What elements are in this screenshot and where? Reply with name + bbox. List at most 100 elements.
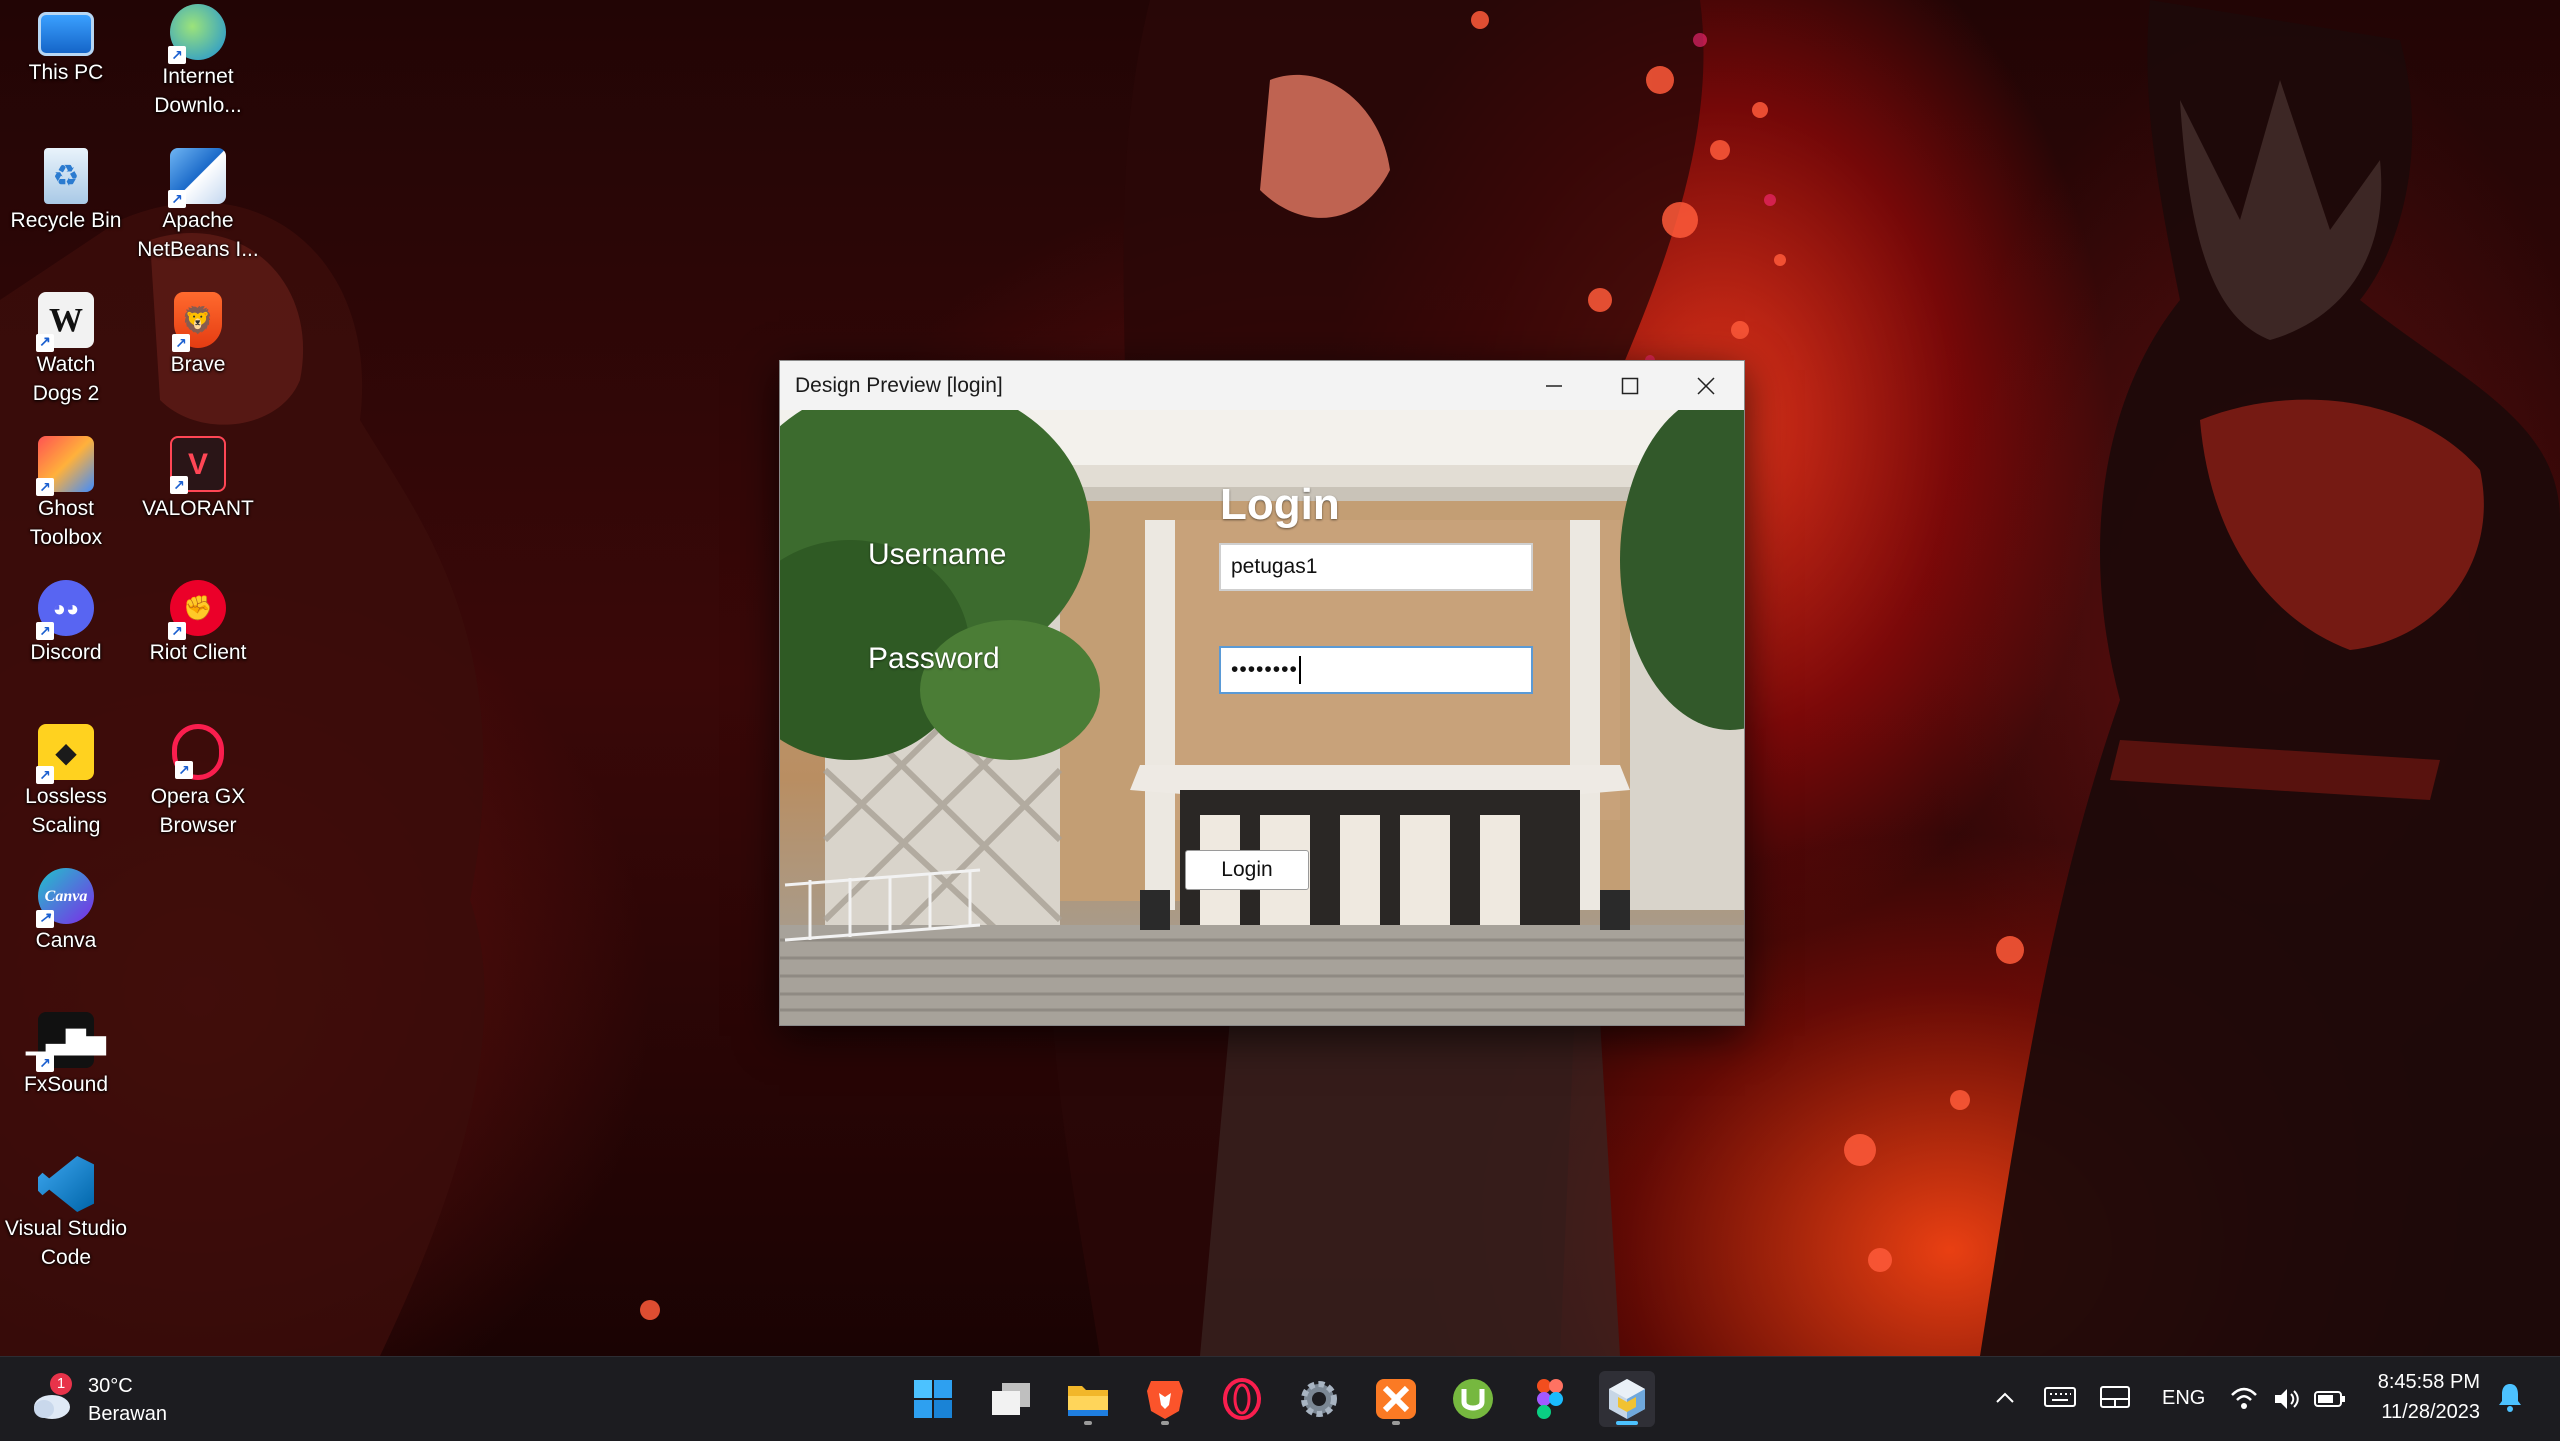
desktop-icon-this-pc[interactable]: This PC bbox=[0, 4, 132, 87]
notification-center-button[interactable] bbox=[2496, 1381, 2524, 1418]
settings-icon bbox=[1301, 1381, 1337, 1417]
weather-condition: Berawan bbox=[88, 1403, 167, 1425]
touch-keyboard-button[interactable] bbox=[2044, 1385, 2076, 1414]
opera-gx-icon bbox=[1223, 1378, 1261, 1420]
weather-widget[interactable]: 1 30°C Berawan bbox=[28, 1369, 188, 1429]
text-caret bbox=[1298, 656, 1301, 684]
taskbar-design-preview[interactable] bbox=[1599, 1371, 1655, 1427]
network-volume-battery-button[interactable] bbox=[2230, 1383, 2350, 1415]
taskbar-opera-gx[interactable] bbox=[1214, 1371, 1270, 1427]
desktop-icon-valorant[interactable]: V ↗ VALORANT bbox=[132, 436, 264, 523]
running-indicator bbox=[1161, 1421, 1169, 1425]
login-heading: Login bbox=[1220, 480, 1340, 529]
desktop-icon-canva[interactable]: Canva ↗ Canva bbox=[0, 868, 132, 955]
clock-time: 8:45:58 PM bbox=[2377, 1371, 2480, 1393]
shortcut-arrow-icon: ↗ bbox=[36, 766, 54, 784]
desktop-icon-recycle-bin[interactable]: ♻ Recycle Bin bbox=[0, 148, 132, 235]
idm-icon: ↗ bbox=[168, 4, 226, 64]
desktop-icon-ghost-toolbox[interactable]: ↗ Ghost Toolbox bbox=[0, 436, 132, 552]
shortcut-arrow-icon: ↗ bbox=[36, 910, 54, 928]
desktop-icon-opera-gx[interactable]: ↗ Opera GX Browser bbox=[132, 724, 264, 840]
running-indicator bbox=[1392, 1421, 1400, 1425]
desktop-icon-label: Lossless Scaling bbox=[25, 785, 107, 837]
maximize-button[interactable] bbox=[1592, 361, 1668, 410]
shortcut-arrow-icon: ↗ bbox=[175, 761, 193, 779]
shortcut-arrow-icon: ↗ bbox=[36, 334, 54, 352]
desktop-icon-riot-client[interactable]: ✊ ↗ Riot Client bbox=[132, 580, 264, 667]
watch-dogs-icon: W ↗ bbox=[36, 292, 94, 352]
recycle-bin-icon: ♻ bbox=[44, 148, 88, 204]
window-titlebar[interactable]: Design Preview [login] bbox=[780, 361, 1744, 410]
desktop-icon-label: Canva bbox=[35, 929, 97, 952]
desktop-icon-lossless-scaling[interactable]: ◆ ↗ Lossless Scaling bbox=[0, 724, 132, 840]
desktop-icon-label: Watch Dogs 2 bbox=[32, 353, 100, 405]
maximize-icon bbox=[1621, 377, 1639, 394]
taskbar-utorrent[interactable] bbox=[1445, 1371, 1501, 1427]
shortcut-arrow-icon: ↗ bbox=[168, 190, 186, 208]
taskbar: 1 30°C Berawan ENG 8:45:58 PM 11/28/2023 bbox=[0, 1356, 2560, 1441]
password-input[interactable]: •••••••• bbox=[1219, 646, 1533, 694]
taskbar-brave[interactable] bbox=[1137, 1371, 1193, 1427]
chevron-up-icon bbox=[1996, 1392, 2014, 1403]
java-design-preview-icon bbox=[1609, 1379, 1645, 1419]
layout-icon bbox=[2100, 1386, 2130, 1408]
design-preview-window: Design Preview [login] Login Username Pa… bbox=[779, 360, 1745, 1026]
ghost-toolbox-icon: ↗ bbox=[36, 436, 94, 496]
shortcut-arrow-icon: ↗ bbox=[36, 622, 54, 640]
valorant-icon: V ↗ bbox=[170, 436, 226, 494]
desktop-icon-discord[interactable]: ◕◕ ↗ Discord bbox=[0, 580, 132, 667]
taskbar-figma[interactable] bbox=[1522, 1371, 1578, 1427]
minimize-button[interactable] bbox=[1516, 361, 1592, 410]
desktop-icon-brave[interactable]: 🦁 ↗ Brave bbox=[132, 292, 264, 379]
desktop-icon-label: FxSound bbox=[23, 1073, 109, 1096]
username-label: Username bbox=[868, 538, 1007, 571]
close-icon bbox=[1697, 376, 1715, 395]
username-input[interactable]: petugas1 bbox=[1219, 543, 1533, 591]
desktop-icon-label: Discord bbox=[30, 641, 102, 664]
desktop-icon-fxsound[interactable]: ▁▃▇▅ ↗ FxSound bbox=[0, 1012, 132, 1099]
netbeans-icon: ↗ bbox=[168, 148, 226, 208]
taskbar-settings[interactable] bbox=[1291, 1371, 1347, 1427]
bell-icon bbox=[2499, 1384, 2521, 1412]
riot-client-icon: ✊ ↗ bbox=[168, 580, 226, 640]
shortcut-arrow-icon: ↗ bbox=[168, 46, 186, 64]
show-hidden-icons-button[interactable] bbox=[1990, 1383, 2020, 1413]
utorrent-icon bbox=[1453, 1379, 1493, 1419]
taskbar-xampp[interactable] bbox=[1368, 1371, 1424, 1427]
lossless-scaling-icon: ◆ ↗ bbox=[36, 724, 94, 784]
discord-icon: ◕◕ ↗ bbox=[36, 580, 94, 640]
shortcut-arrow-icon: ↗ bbox=[170, 476, 188, 494]
volume-icon bbox=[2275, 1389, 2299, 1409]
password-label: Password bbox=[868, 642, 1000, 675]
tablet-mode-button[interactable] bbox=[2100, 1385, 2130, 1414]
figma-icon bbox=[1537, 1379, 1563, 1419]
file-explorer-icon bbox=[1068, 1386, 1108, 1416]
vscode-icon bbox=[38, 1156, 94, 1212]
clock[interactable]: 8:45:58 PM 11/28/2023 bbox=[2360, 1367, 2480, 1431]
task-view-button[interactable] bbox=[983, 1371, 1039, 1427]
shortcut-arrow-icon: ↗ bbox=[168, 622, 186, 640]
desktop-icon-apache-netbeans[interactable]: ↗ Apache NetBeans I... bbox=[132, 148, 264, 264]
brave-icon bbox=[1147, 1381, 1183, 1419]
shortcut-arrow-icon: ↗ bbox=[36, 478, 54, 496]
taskbar-file-explorer[interactable] bbox=[1060, 1371, 1116, 1427]
desktop-icon-label: Brave bbox=[170, 353, 226, 376]
start-icon bbox=[914, 1380, 952, 1418]
desktop-icon-label: Recycle Bin bbox=[10, 209, 122, 232]
canva-icon: Canva ↗ bbox=[36, 868, 94, 928]
xampp-icon bbox=[1376, 1379, 1416, 1419]
notification-badge: 1 bbox=[50, 1373, 72, 1395]
shortcut-arrow-icon: ↗ bbox=[36, 1054, 54, 1072]
desktop-icon-watch-dogs-2[interactable]: W ↗ Watch Dogs 2 bbox=[0, 292, 132, 408]
desktop-icon-label: Apache NetBeans I... bbox=[137, 209, 259, 261]
desktop-icon-vscode[interactable]: Visual Studio Code bbox=[0, 1156, 132, 1272]
fxsound-icon: ▁▃▇▅ ↗ bbox=[26, 1012, 106, 1072]
desktop-icon-internet-download-manager[interactable]: ↗ Internet Downlo... bbox=[132, 4, 264, 120]
start-button[interactable] bbox=[905, 1371, 961, 1427]
input-language[interactable]: ENG bbox=[2162, 1387, 2205, 1410]
shortcut-arrow-icon: ↗ bbox=[172, 334, 190, 352]
login-button[interactable]: Login bbox=[1185, 850, 1309, 890]
opera-gx-icon: ↗ bbox=[172, 724, 224, 780]
active-indicator bbox=[1616, 1421, 1638, 1425]
close-button[interactable] bbox=[1668, 361, 1744, 410]
